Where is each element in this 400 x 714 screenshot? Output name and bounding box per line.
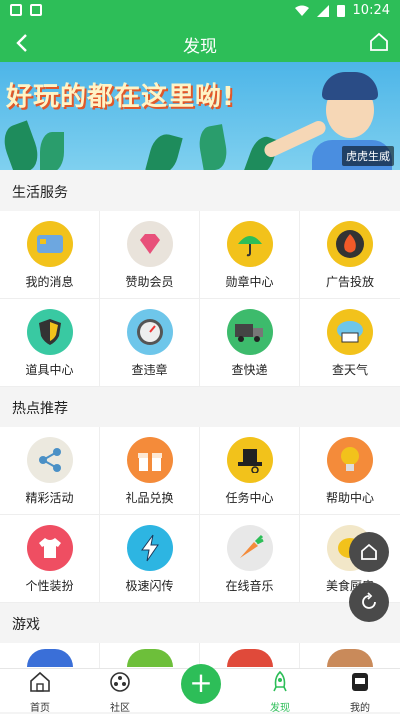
page-title: 发现 [183,37,217,57]
wifi-icon [294,5,309,16]
game-icon [327,649,373,667]
home-icon[interactable] [368,31,390,53]
grid-item-weather[interactable]: 查天气 [300,299,400,387]
grid-item-label: 赞助会员 [125,275,174,289]
grid-item-label: 任务中心 [225,491,274,505]
nav-mine[interactable]: 我的 [330,671,390,714]
status-time: 10:24 [352,3,390,18]
grid-item-label: 道具中心 [25,363,74,377]
tophat-icon [226,437,273,483]
grid-item-label: 在线音乐 [225,579,274,593]
game-icon [126,649,173,667]
nav-community[interactable]: 社区 [90,671,150,714]
grid-item-props-center[interactable]: 道具中心 [0,299,100,387]
diamond-icon [126,221,173,267]
lightbulb-icon [327,437,373,483]
battery-icon [336,5,345,17]
add-button[interactable]: + [181,664,221,704]
gauge-icon [126,309,173,355]
floating-refresh-button[interactable] [349,582,389,622]
carrot-icon [226,525,273,571]
grid-item-help-center[interactable]: 帮助中心 [300,427,400,515]
grid-item-traffic-violation[interactable]: 查违章 [100,299,200,387]
game-item[interactable] [200,643,300,669]
leaf-decoration [0,120,44,170]
grid-item-label: 查快递 [231,363,268,377]
nav-discover[interactable]: 发现 [250,670,310,714]
home-icon [361,543,377,560]
notification-icon [30,4,42,16]
grid-item-personal-dressup[interactable]: 个性装扮 [0,515,100,603]
avatar-icon [352,673,368,691]
leaf-decoration [145,131,183,170]
gift-icon [126,437,173,483]
banner-headline: 好玩的都在这里呦! [6,82,235,112]
life-services-grid: 我的消息 赞助会员 勋章中心 广告投放 道具中心 查违章 查快递 查天气 [0,211,400,387]
grid-item-label: 查天气 [331,363,368,377]
grid-item-label: 广告投放 [325,275,374,289]
grid-item-express-tracking[interactable]: 查快递 [200,299,300,387]
qr-icon [10,4,22,16]
game-item[interactable] [300,643,400,669]
game-icon [226,649,273,667]
grid-item-label: 查违章 [131,363,168,377]
community-icon [110,672,130,692]
grid-item-online-music[interactable]: 在线音乐 [200,515,300,603]
shield-icon [26,309,73,355]
grid-item-gift-exchange[interactable]: 礼品兑换 [100,427,200,515]
leaf-decoration [40,132,64,170]
section-title-hot-picks: 热点推荐 [12,401,68,417]
title-bar: 发现 [0,24,400,62]
grid-item-label: 礼品兑换 [125,491,174,505]
grid-item-task-center[interactable]: 任务中心 [200,427,300,515]
section-title-games: 游戏 [12,617,40,633]
grid-item-label: 勋章中心 [225,275,274,289]
grid-item-label: 个性装扮 [25,579,74,593]
share-icon [26,437,73,483]
house-icon [30,671,50,692]
signal-icon [316,4,329,17]
grid-item-my-messages[interactable]: 我的消息 [0,211,100,299]
leaf-decoration [196,124,230,170]
rocket-icon [273,670,287,692]
status-bar: 10:24 [0,0,400,24]
grid-item-label: 我的消息 [25,275,74,289]
grid-item-label: 精彩活动 [25,491,74,505]
grid-item-label: 极速闪传 [125,579,174,593]
grid-item-medal-center[interactable]: 勋章中心 [200,211,300,299]
grid-item-events[interactable]: 精彩活动 [0,427,100,515]
promo-banner[interactable]: 好玩的都在这里呦! 虎虎生威 [0,62,400,170]
nav-home[interactable]: 首页 [10,671,70,714]
lightning-icon [126,525,173,571]
game-item[interactable] [100,643,200,669]
grid-item-sponsor-member[interactable]: 赞助会员 [100,211,200,299]
game-icon [26,649,73,667]
card-icon [26,221,73,267]
shirt-icon [26,525,73,571]
fire-icon [327,221,373,267]
banner-author-tag: 虎虎生威 [342,146,394,166]
hot-picks-grid: 精彩活动 礼品兑换 任务中心 帮助中心 个性装扮 极速闪传 在线音乐 美食厨房 [0,427,400,603]
section-title-life-services: 生活服务 [12,185,68,201]
umbrella-icon [226,221,273,267]
refresh-icon [362,592,376,609]
person-hair [322,72,378,100]
truck-icon [226,309,273,355]
floating-home-button[interactable] [349,532,389,572]
game-item[interactable] [0,643,100,669]
grid-item-label: 帮助中心 [325,491,374,505]
grid-item-flash-transfer[interactable]: 极速闪传 [100,515,200,603]
grid-item-ad-placement[interactable]: 广告投放 [300,211,400,299]
cloud-icon [327,309,373,355]
